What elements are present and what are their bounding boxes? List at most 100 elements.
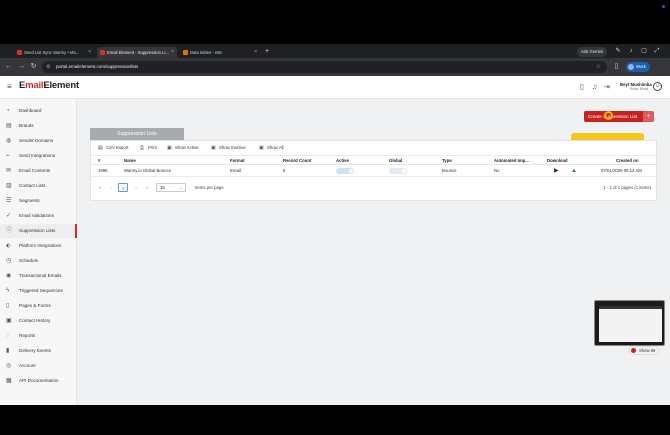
pagination: « ‹ 1 › » 15 ⌄ Items per page 1 - 1 of 1… xyxy=(91,181,658,193)
table-row[interactable]: 1996 Warmy.io Global Bounce Email 5 Boun… xyxy=(91,165,658,177)
chevron-down-icon: ⌄ xyxy=(179,185,183,190)
print-button[interactable]: ⎙ Print xyxy=(140,144,157,152)
browser-tab-active[interactable]: Email Element - Suppression Li... × xyxy=(97,47,177,58)
menu-icon[interactable]: ≡ xyxy=(7,83,12,91)
cell-name[interactable]: Warmy.io Global Bounce xyxy=(124,165,171,177)
sidebar-item-schedule[interactable]: ◷ Schedule xyxy=(0,254,77,268)
bell-icon[interactable]: ♫ xyxy=(592,83,597,92)
preview-content xyxy=(599,306,662,342)
show-inactive-button[interactable]: ▣ Show Inactive xyxy=(211,144,246,152)
address-bar: ← → ↻ ⚙ portal.emailelement.com/suppress… xyxy=(0,58,670,76)
forward-icon[interactable]: → xyxy=(17,62,26,71)
logo-suffix: Element xyxy=(43,80,79,91)
sidebar-item-suppression-lists[interactable]: ⓘ Suppression Lists xyxy=(0,224,77,238)
download-icon[interactable]: ▶ xyxy=(554,165,559,177)
sidebar-item-send-integrations[interactable]: ⌁ Send Integrations xyxy=(0,149,77,163)
ask-gemini-button[interactable]: Ask Gemini xyxy=(577,47,607,57)
sidebar-item-label: Pages & Forms xyxy=(19,303,51,308)
profile-label: Work xyxy=(636,64,646,69)
csv-export-label: CSV Export xyxy=(106,145,129,150)
sidebar-item-label: Account xyxy=(19,363,36,368)
sidebar-item-label: Email Validations xyxy=(19,213,54,218)
site-info-icon[interactable]: ⚙ xyxy=(46,61,50,73)
sidebar-item-email-contents[interactable]: ✉ Email Contents xyxy=(0,164,77,178)
items-per-page-label: Items per page xyxy=(195,185,224,190)
show-pill[interactable]: Show 69 xyxy=(628,346,661,355)
cell-created: 07/01/2026 05:12 AM xyxy=(601,168,642,173)
main-content: Create Suppression List + Create a new l… xyxy=(77,99,670,405)
extensions-icon[interactable]: ✎ xyxy=(614,47,622,55)
sidebar-item-reports[interactable]: ◌ Reports xyxy=(0,329,77,343)
show-active-label: Show Active xyxy=(175,145,199,150)
csv-icon: ▤ xyxy=(98,145,103,151)
prev-page-button[interactable]: ‹ xyxy=(107,183,115,192)
show-pill-label: Show 69 xyxy=(639,348,656,353)
page-info: 1 - 1 of 1 pages (1 items) xyxy=(603,185,651,190)
media-icon[interactable]: ♪ xyxy=(627,47,635,55)
cursor-highlight xyxy=(604,111,613,120)
profile-button[interactable]: Work xyxy=(626,62,650,72)
tab-label: Send List Sync Warmy • Mo... xyxy=(24,50,80,55)
sidebar-item-brands[interactable]: ▤ Brands xyxy=(0,119,77,133)
book-icon: ▥ xyxy=(6,183,12,189)
bookmark-star-icon[interactable]: ☆ xyxy=(596,61,601,73)
suppression-lists-panel: ▤ CSV Export ⎙ Print ▣ Show Active ▣ Sho… xyxy=(90,140,658,201)
new-tab-button[interactable]: + xyxy=(265,47,269,56)
sidebar-item-pages-forms[interactable]: ▯ Pages & Forms xyxy=(0,299,77,313)
csv-export-button[interactable]: ▤ CSV Export xyxy=(98,144,128,152)
sidebar-item-transactional-emails[interactable]: ◉ Transactional Emails xyxy=(0,269,77,283)
url-text: portal.emailelement.com/suppressionlists xyxy=(56,64,139,69)
alert-icon[interactable]: ▲ xyxy=(571,165,577,177)
sidebar-item-api-documentation[interactable]: ▦ API Documentation xyxy=(0,374,77,388)
browser-tab[interactable]: Send List Sync Warmy • Mo... × xyxy=(14,47,94,58)
screen-share-preview[interactable] xyxy=(594,300,665,346)
reload-icon[interactable]: ↻ xyxy=(29,62,38,71)
sidebar-item-segments[interactable]: ☰ Segments xyxy=(0,194,77,208)
close-icon[interactable]: × xyxy=(171,47,174,58)
url-field[interactable]: ⚙ portal.emailelement.com/suppressionlis… xyxy=(42,61,607,73)
items-per-page-select[interactable]: 15 ⌄ xyxy=(156,183,186,192)
expand-icon[interactable]: ⤢ xyxy=(653,47,661,55)
sidebar-item-label: Contact Lists xyxy=(19,183,46,188)
window-icon[interactable]: ▢ xyxy=(640,47,648,55)
plus-icon[interactable]: + xyxy=(643,111,654,122)
back-icon[interactable]: ← xyxy=(4,62,13,71)
show-all-button[interactable]: ▣ Show All xyxy=(259,144,283,152)
side-panel-icon[interactable]: ▯ xyxy=(612,62,621,71)
close-icon[interactable]: × xyxy=(88,47,91,58)
bolt-icon: ϟ xyxy=(6,288,10,294)
toggle-knob xyxy=(349,169,353,173)
sidebar-item-label: Suppression Lists xyxy=(19,228,56,233)
next-page-button[interactable]: › xyxy=(132,183,140,192)
sidebar-item-account[interactable]: ◎ Account xyxy=(0,359,77,373)
tab-favicon-icon xyxy=(17,50,22,55)
close-icon[interactable]: × xyxy=(254,47,257,58)
panel-title: Suppression Lists xyxy=(90,128,184,140)
global-toggle[interactable] xyxy=(389,168,407,174)
mobile-icon[interactable]: ▯ xyxy=(580,83,584,92)
sidebar-item-label: Contact History xyxy=(19,318,51,323)
show-active-button[interactable]: ▣ Show Active xyxy=(167,144,198,152)
print-icon: ⎙ xyxy=(140,145,145,151)
sidebar-item-delivery-events[interactable]: ▮ Delivery Events xyxy=(0,344,77,358)
sidebar-item-sender-domains[interactable]: ◍ Sender Domains xyxy=(0,134,77,148)
sidebar-item-email-validations[interactable]: ✓ Email Validations xyxy=(0,209,77,223)
cell-record-count: 5 xyxy=(283,168,286,173)
current-page-button[interactable]: 1 xyxy=(118,183,128,192)
bars-icon: ▮ xyxy=(6,348,10,354)
sidebar-item-label: Platform Integrations xyxy=(19,243,62,248)
sidebar-item-triggered-sequences[interactable]: ϟ Triggered Sequences xyxy=(0,284,77,298)
page-icon: ▯ xyxy=(6,303,10,309)
browser-tab[interactable]: Data tables - e8n × xyxy=(180,47,260,58)
tab-favicon-icon xyxy=(100,50,105,55)
logout-icon[interactable]: ⇥ xyxy=(604,83,610,92)
sidebar-item-contact-history[interactable]: ▣ Contact History xyxy=(0,314,77,328)
user-avatar-icon[interactable]: ☺ xyxy=(653,82,662,91)
active-toggle[interactable] xyxy=(336,168,354,174)
user-role: Role: Root xyxy=(630,87,648,91)
sidebar-item-platform-integrations[interactable]: ⬖ Platform Integrations xyxy=(0,239,77,253)
sidebar-item-dashboard[interactable]: ◔ Dashboard xyxy=(0,104,77,118)
last-page-button[interactable]: » xyxy=(143,183,151,192)
first-page-button[interactable]: « xyxy=(96,183,104,192)
sidebar-item-contact-lists[interactable]: ▥ Contact Lists xyxy=(0,179,77,193)
